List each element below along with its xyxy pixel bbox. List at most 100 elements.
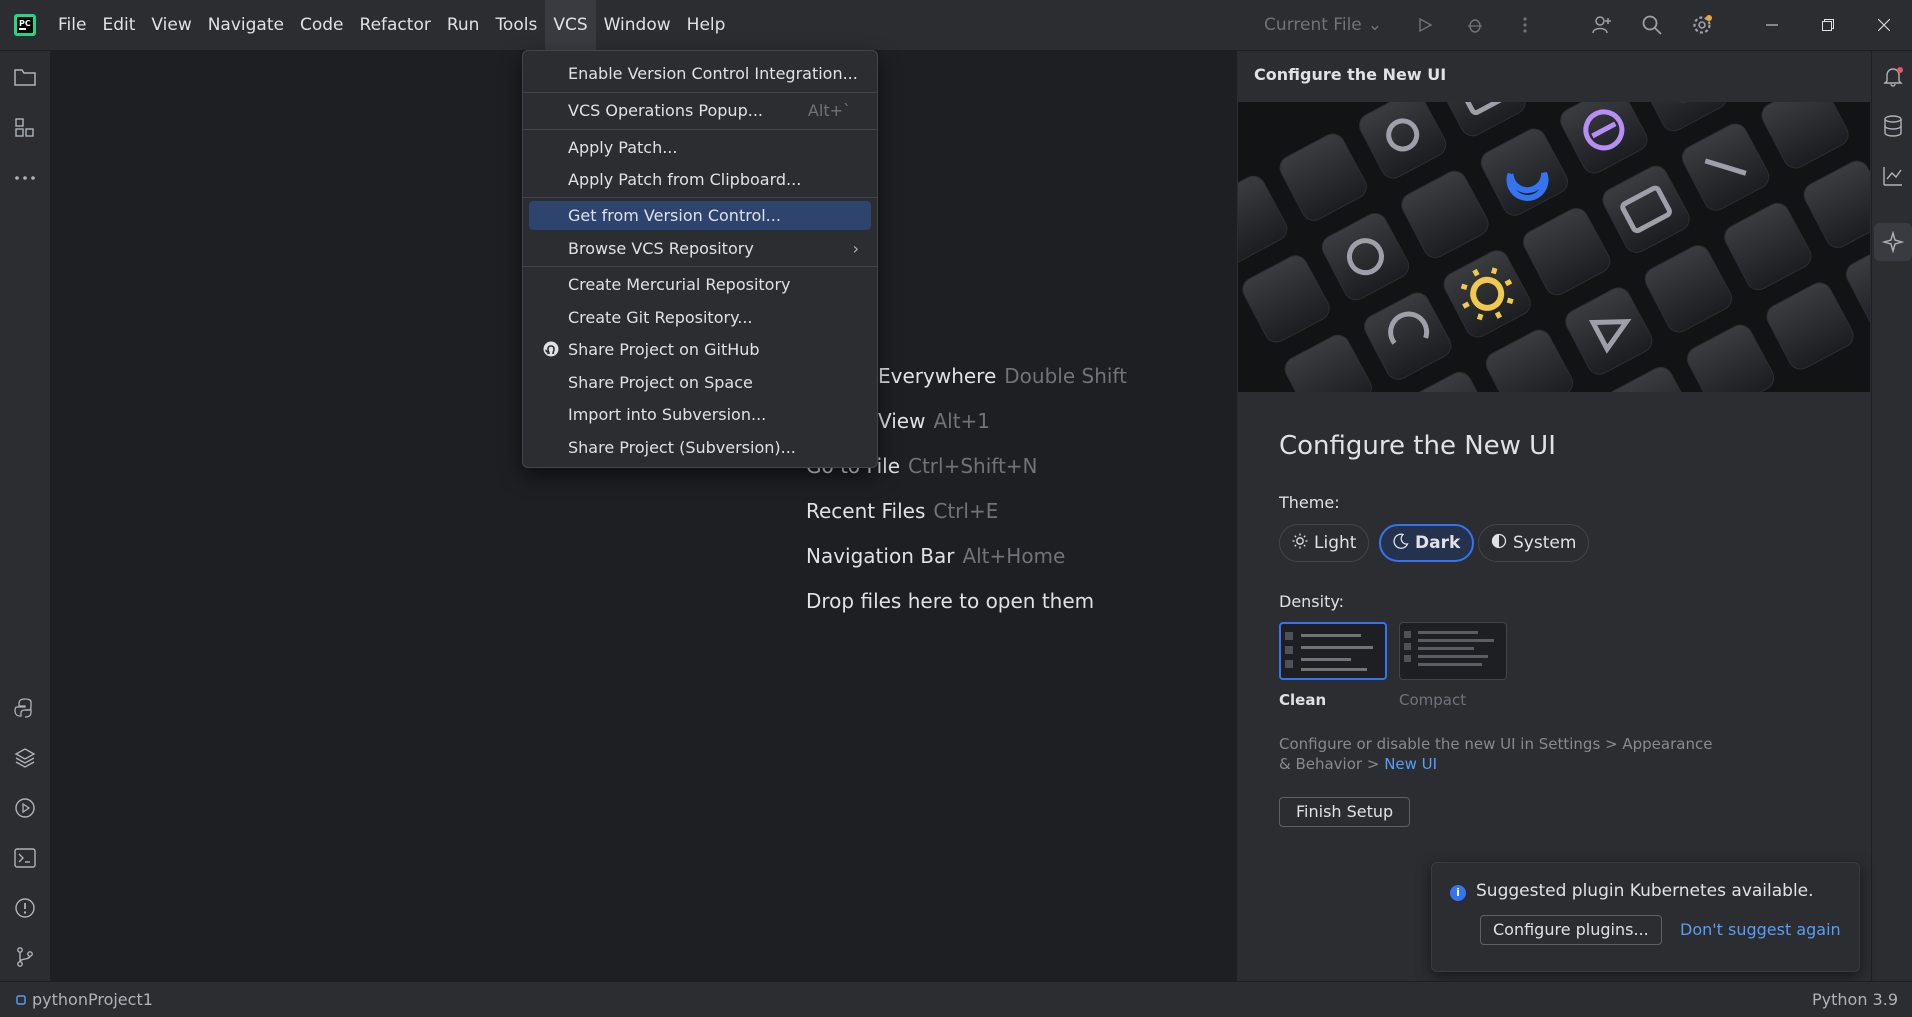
more-tools-icon[interactable] xyxy=(12,165,38,191)
configure-new-ui-panel: Configure the New UI Configure the New U… xyxy=(1236,51,1871,981)
density-compact-option[interactable] xyxy=(1399,622,1507,680)
theme-light-label: Light xyxy=(1314,533,1357,553)
pycharm-logo-icon: PC xyxy=(14,14,36,36)
tip-drop-files: Drop files here to open them xyxy=(806,589,1094,613)
vcs-apply-patch[interactable]: Apply Patch... xyxy=(529,133,871,162)
new-ui-hero-image xyxy=(1238,102,1870,392)
menu-separator xyxy=(523,129,877,130)
minimize-button[interactable] xyxy=(1744,0,1800,50)
moon-icon xyxy=(1393,533,1409,554)
notification-message: Suggested plugin Kubernetes available. xyxy=(1476,881,1814,901)
search-icon[interactable] xyxy=(1640,13,1664,37)
python-interpreter-widget[interactable]: Python 3.9 xyxy=(1812,990,1898,1009)
vcs-item-label: Create Git Repository... xyxy=(568,308,753,327)
vcs-apply-patch-clipboard[interactable]: Apply Patch from Clipboard... xyxy=(529,165,871,194)
structure-icon[interactable] xyxy=(12,115,38,141)
vcs-operations-popup[interactable]: VCS Operations Popup... Alt+` xyxy=(529,96,871,125)
menu-help[interactable]: Help xyxy=(679,0,734,50)
vcs-browse-repository[interactable]: Browse VCS Repository › xyxy=(529,234,871,263)
vcs-item-label: Enable Version Control Integration... xyxy=(568,64,858,83)
vcs-item-shortcut: Alt+` xyxy=(807,101,851,120)
tip-shortcut: Alt+Home xyxy=(962,544,1066,568)
menu-tools[interactable]: Tools xyxy=(487,0,545,50)
vcs-get-from-version-control[interactable]: Get from Version Control... xyxy=(529,201,871,230)
vcs-enable-integration[interactable]: Enable Version Control Integration... xyxy=(529,59,871,88)
theme-dark-label: Dark xyxy=(1415,533,1461,553)
menu-run[interactable]: Run xyxy=(439,0,488,50)
debug-icon[interactable] xyxy=(1463,13,1487,37)
menu-file[interactable]: File xyxy=(50,0,94,50)
menu-window[interactable]: Window xyxy=(596,0,679,50)
new-ui-settings-note: Configure or disable the new UI in Setti… xyxy=(1279,734,1719,774)
menu-vcs[interactable]: VCS xyxy=(545,0,596,50)
git-branch-icon[interactable] xyxy=(12,944,38,970)
theme-system-button[interactable]: System xyxy=(1478,524,1590,562)
density-compact-label: Compact xyxy=(1399,691,1467,709)
python-packages-icon[interactable] xyxy=(12,745,38,771)
menu-edit[interactable]: Edit xyxy=(94,0,143,50)
vcs-item-label: Apply Patch... xyxy=(568,138,678,157)
vcs-item-label: Share Project on GitHub xyxy=(568,340,760,359)
menu-view[interactable]: View xyxy=(143,0,199,50)
project-name: pythonProject1 xyxy=(32,990,153,1009)
add-user-icon[interactable] xyxy=(1590,13,1614,37)
menu-code[interactable]: Code xyxy=(292,0,352,50)
vcs-share-space[interactable]: Share Project on Space xyxy=(529,368,871,397)
vcs-item-label: Share Project (Subversion)... xyxy=(568,438,796,457)
database-icon[interactable] xyxy=(1880,113,1906,139)
theme-system-label: System xyxy=(1513,533,1577,553)
tip-shortcut: Alt+1 xyxy=(933,409,991,433)
vcs-dropdown-menu: Enable Version Control Integration... VC… xyxy=(522,50,878,468)
github-icon xyxy=(543,341,559,357)
vcs-import-subversion[interactable]: Import into Subversion... xyxy=(529,400,871,429)
ai-assistant-icon[interactable] xyxy=(1874,223,1912,261)
more-actions-icon[interactable] xyxy=(1513,13,1537,37)
vcs-share-github[interactable]: Share Project on GitHub xyxy=(529,335,871,364)
vcs-item-label: Get from Version Control... xyxy=(568,206,781,225)
configure-plugins-button[interactable]: Configure plugins... xyxy=(1480,915,1662,945)
tip-project-view: View Alt+1 xyxy=(878,409,990,433)
python-console-icon[interactable] xyxy=(12,695,38,721)
problems-icon[interactable] xyxy=(12,895,38,921)
tip-label: Navigation Bar xyxy=(806,544,955,568)
restore-button[interactable] xyxy=(1800,0,1856,50)
chevron-right-icon: › xyxy=(852,239,859,258)
run-icon[interactable] xyxy=(1413,13,1437,37)
right-tool-strip xyxy=(1871,51,1912,981)
theme-light-button[interactable]: Light xyxy=(1279,524,1370,562)
svg-text:PC: PC xyxy=(19,19,31,28)
vcs-item-label: Apply Patch from Clipboard... xyxy=(568,170,802,189)
plugin-suggestion-notification: i Suggested plugin Kubernetes available.… xyxy=(1431,862,1860,972)
finish-setup-button[interactable]: Finish Setup xyxy=(1279,797,1411,827)
tip-search-everywhere: Everywhere Double Shift xyxy=(878,364,1127,388)
settings-gear-icon[interactable] xyxy=(1690,13,1714,37)
run-config-selector[interactable]: Current File ⌄ xyxy=(1264,15,1382,35)
menu-navigate[interactable]: Navigate xyxy=(200,0,292,50)
tip-shortcut: Ctrl+E xyxy=(933,499,999,523)
vcs-create-git[interactable]: Create Git Repository... xyxy=(529,303,871,332)
vcs-create-mercurial[interactable]: Create Mercurial Repository xyxy=(529,270,871,299)
notifications-bell-icon[interactable] xyxy=(1880,63,1906,89)
theme-dark-button[interactable]: Dark xyxy=(1379,524,1475,562)
terminal-icon[interactable] xyxy=(12,845,38,871)
services-icon[interactable] xyxy=(12,795,38,821)
menu-refactor[interactable]: Refactor xyxy=(352,0,439,50)
toolbar-right: Current File ⌄ xyxy=(1264,0,1912,50)
panel-tab-title: Configure the New UI xyxy=(1254,65,1447,84)
new-ui-settings-link[interactable]: New UI xyxy=(1384,755,1437,773)
chevron-down-icon: ⌄ xyxy=(1367,15,1382,35)
project-module-icon xyxy=(16,990,26,1009)
tip-navigation-bar: Navigation Bar Alt+Home xyxy=(806,544,1065,568)
sciview-chart-icon[interactable] xyxy=(1880,163,1906,189)
project-folder-icon[interactable] xyxy=(12,64,38,90)
vcs-share-subversion[interactable]: Share Project (Subversion)... xyxy=(529,433,871,462)
menu-separator xyxy=(523,92,877,93)
info-icon: i xyxy=(1450,885,1466,901)
project-breadcrumb[interactable]: pythonProject1 xyxy=(16,990,153,1009)
density-clean-option[interactable] xyxy=(1279,622,1387,680)
tip-label: Everywhere xyxy=(878,364,997,388)
close-button[interactable] xyxy=(1856,0,1912,50)
vcs-item-label: VCS Operations Popup... xyxy=(568,101,763,120)
dont-suggest-again-link[interactable]: Don't suggest again xyxy=(1680,920,1841,939)
tip-label: Drop files here to open them xyxy=(806,589,1095,613)
